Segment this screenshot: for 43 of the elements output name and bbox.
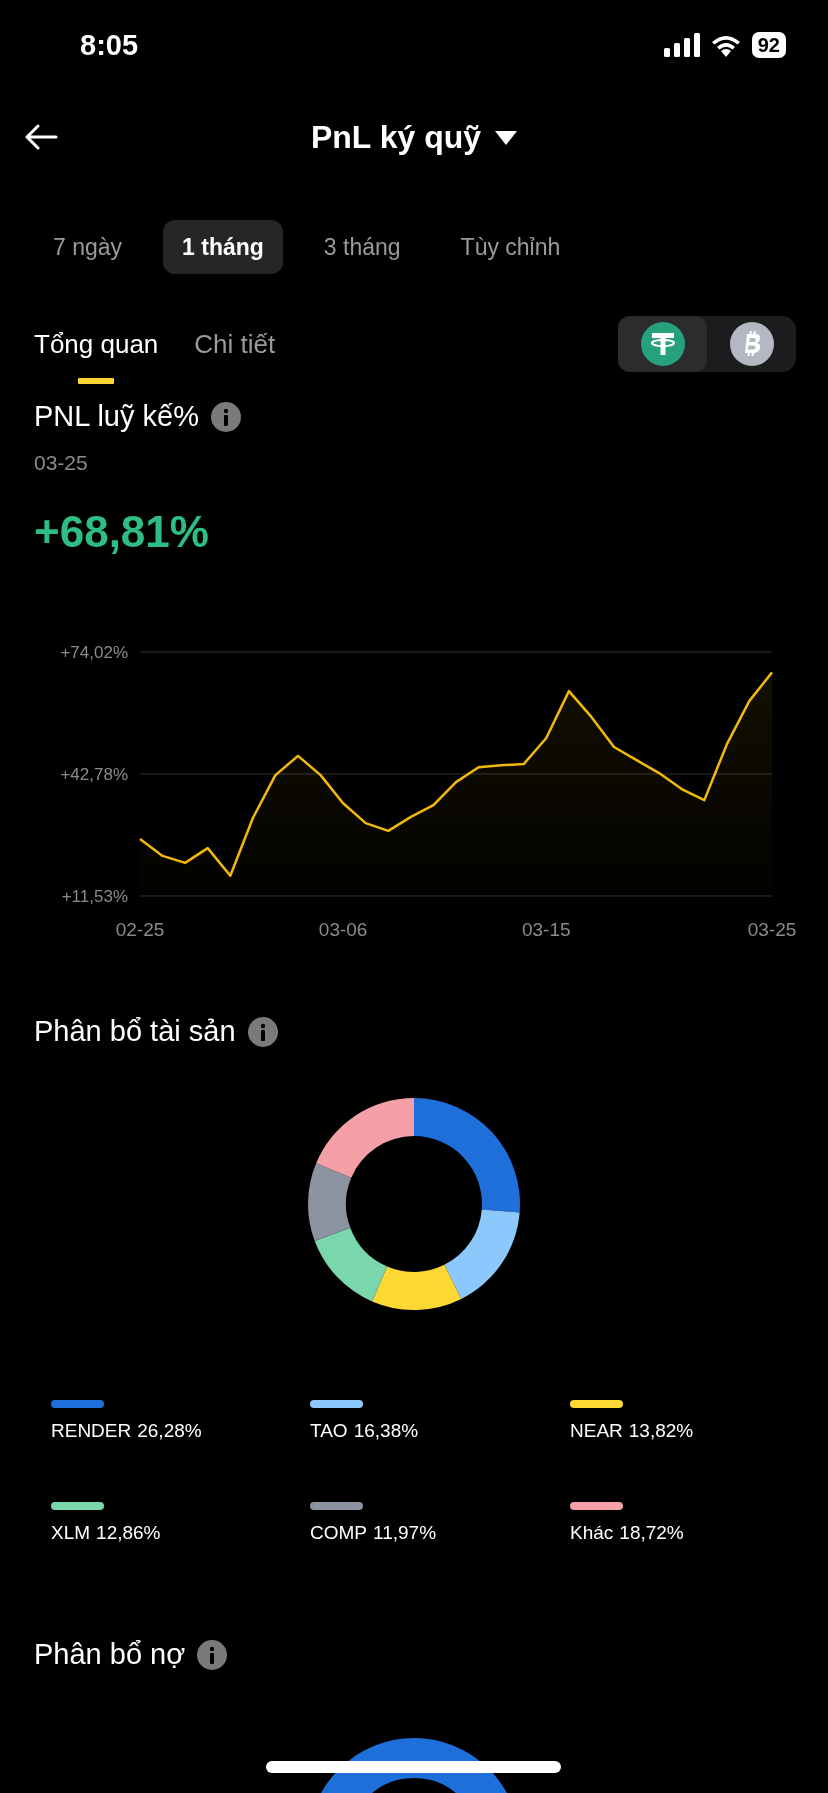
- status-time: 8:05: [80, 28, 139, 62]
- legend-percent: 11,97%: [373, 1522, 437, 1544]
- legend-percent: 12,86%: [96, 1522, 161, 1544]
- section-title: Phân bổ tài sản: [34, 1015, 236, 1048]
- tether-coin-icon: [640, 322, 685, 366]
- y-axis-label: +11,53%: [61, 887, 128, 906]
- x-axis-label: 03-06: [318, 919, 368, 940]
- y-axis-label: +42,78%: [60, 765, 128, 784]
- currency-option[interactable]: [618, 316, 707, 372]
- date-label: 03-25: [33, 451, 89, 475]
- section-title: Phân bổ nợ: [34, 1638, 186, 1671]
- signal-icon: [663, 33, 700, 57]
- legend-percent: 18,72%: [619, 1522, 684, 1544]
- y-axis-label: +74,02%: [60, 643, 128, 662]
- info-icon[interactable]: [247, 1016, 278, 1047]
- info-icon[interactable]: [197, 1639, 228, 1670]
- section-title: PNL luỹ kế%: [34, 400, 199, 433]
- period-tab[interactable]: 3 tháng: [304, 220, 420, 274]
- info-icon[interactable]: [210, 401, 241, 432]
- legend-label: NEAR: [570, 1420, 623, 1442]
- title-dropdown[interactable]: PnL ký quỹ: [310, 119, 518, 156]
- caret-icon: [495, 130, 518, 145]
- x-axis-label: 03-25: [747, 919, 797, 940]
- legend-percent: 26,28%: [137, 1420, 202, 1442]
- x-axis-label: 03-15: [522, 919, 571, 940]
- legend-label: COMP: [310, 1522, 367, 1544]
- legend-label: XLM: [51, 1522, 91, 1544]
- pnl-value: +68,81%: [33, 507, 210, 557]
- period-tab[interactable]: 7 ngày: [34, 220, 142, 274]
- view-tab[interactable]: Chi tiết: [194, 328, 276, 360]
- legend-label: RENDER: [51, 1420, 132, 1442]
- legend-label: Khác: [570, 1522, 614, 1544]
- period-tab[interactable]: Tùy chỉnh: [441, 220, 580, 274]
- period-tab[interactable]: 1 tháng: [163, 220, 283, 274]
- view-tab[interactable]: Tổng quan: [34, 328, 159, 360]
- tab-indicator: [78, 377, 115, 384]
- x-axis-label: 02-25: [115, 919, 165, 940]
- battery-level: 92: [751, 32, 786, 58]
- back-arrow-icon: [24, 124, 58, 150]
- bitcoin-coin-icon: [729, 322, 774, 366]
- legend-percent: 16,38%: [353, 1420, 419, 1442]
- legend-percent: 13,82%: [628, 1420, 694, 1442]
- legend-label: TAO: [310, 1420, 348, 1442]
